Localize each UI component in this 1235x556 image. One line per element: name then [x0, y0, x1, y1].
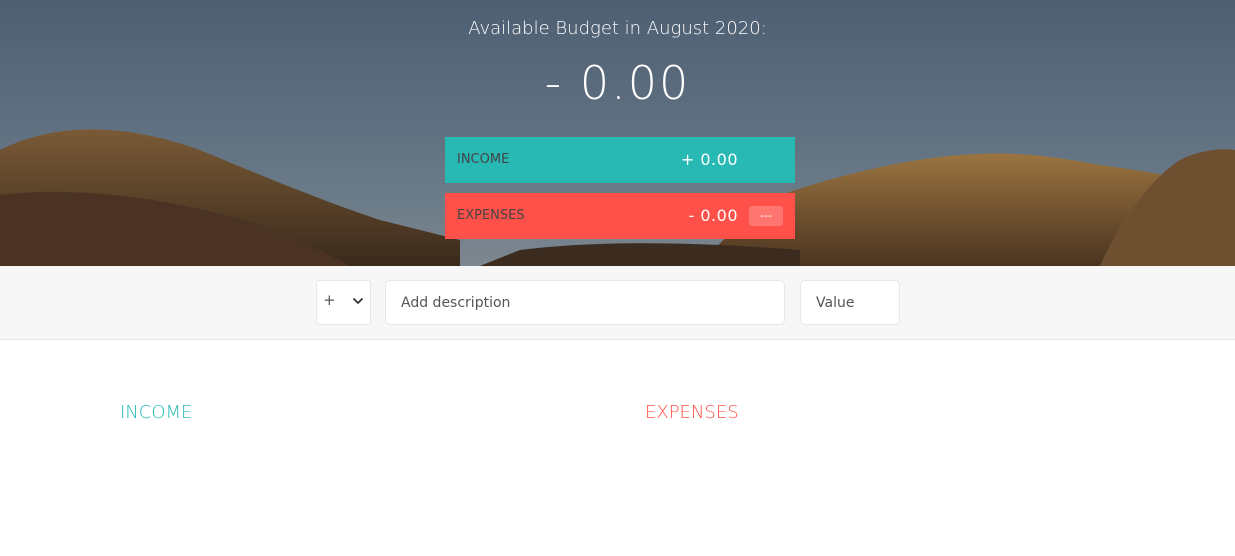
budget-header: Available Budget in August 2020: - 0.00 …: [0, 0, 1235, 266]
income-list-title: Income: [120, 402, 193, 423]
income-summary-value: + 0.00: [680, 150, 738, 169]
add-item-bar: +: [0, 266, 1235, 340]
type-select-value: +: [323, 291, 336, 309]
expenses-summary: Expenses - 0.00 ---: [445, 193, 795, 239]
budget-summary: Available Budget in August 2020: - 0.00 …: [0, 0, 1235, 266]
income-summary: Income + 0.00: [445, 137, 795, 183]
budget-title: Available Budget in August 2020:: [468, 18, 767, 39]
expenses-percentage-badge: ---: [749, 206, 783, 226]
value-input[interactable]: [800, 280, 900, 325]
description-input[interactable]: [385, 280, 785, 325]
expenses-list-title: Expenses: [645, 402, 739, 423]
lists-container: Income Expenses: [0, 340, 1235, 556]
chevron-down-icon: [353, 298, 363, 304]
expenses-summary-label: Expenses: [457, 208, 525, 223]
type-select[interactable]: +: [316, 280, 371, 325]
expenses-summary-value: - 0.00: [688, 206, 738, 225]
budget-value: - 0.00: [544, 56, 691, 110]
income-summary-label: Income: [457, 152, 510, 167]
